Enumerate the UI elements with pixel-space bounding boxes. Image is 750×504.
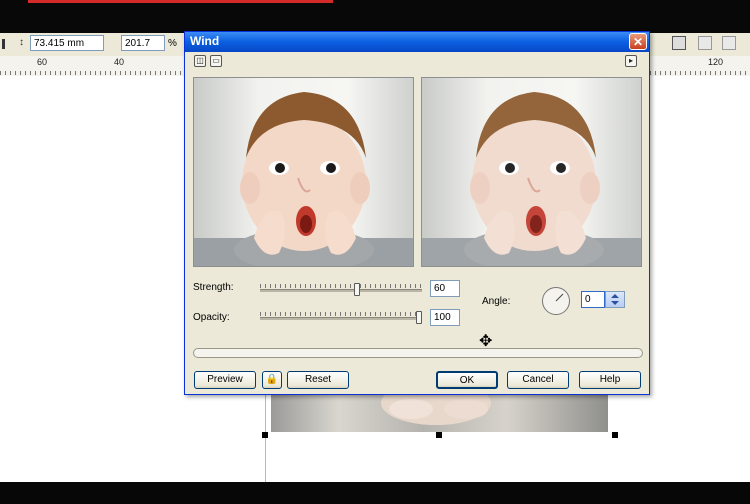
- cancel-button[interactable]: Cancel: [507, 371, 569, 389]
- toolbar-icon[interactable]: [672, 36, 686, 50]
- angle-dial[interactable]: [542, 287, 570, 315]
- wind-dialog[interactable]: Wind ✕ ◫ ▭ ▸ Strength: 60 Opacity: 100 A…: [184, 31, 650, 395]
- percent-label: %: [168, 38, 177, 49]
- single-preview-icon: ▭: [212, 56, 220, 65]
- ruler-label: 40: [114, 57, 125, 67]
- left-edge-marker: [2, 39, 5, 49]
- top-black-bar: [0, 0, 750, 33]
- child-photo: [194, 92, 413, 266]
- page-border-line: [265, 394, 266, 482]
- strength-slider-thumb[interactable]: [354, 283, 360, 296]
- height-icon: ↕: [19, 37, 24, 48]
- toolbar-icon[interactable]: [698, 36, 712, 50]
- lock-icon: 🔒: [265, 374, 279, 385]
- original-preview[interactable]: [193, 77, 414, 267]
- dialog-title-bar[interactable]: Wind ✕: [185, 32, 649, 52]
- dialog-title: Wind: [190, 34, 220, 48]
- preview-menu-button[interactable]: ▸: [625, 55, 637, 67]
- spinner-arrows-icon: [611, 294, 619, 305]
- image-bottom-strip[interactable]: [271, 381, 608, 432]
- opacity-input[interactable]: 100: [430, 309, 460, 326]
- height-field[interactable]: 73.415 mm: [30, 35, 104, 51]
- selection-handle[interactable]: [436, 432, 442, 438]
- close-icon: ✕: [632, 35, 644, 49]
- opacity-slider[interactable]: [260, 311, 422, 325]
- strength-input[interactable]: 60: [430, 280, 460, 297]
- ruler-label: 60: [37, 57, 48, 67]
- close-button[interactable]: ✕: [629, 33, 647, 50]
- angle-label: Angle:: [482, 296, 511, 307]
- single-preview-button[interactable]: ▭: [210, 55, 222, 67]
- angle-input[interactable]: 0: [581, 291, 605, 308]
- opacity-slider-track: [260, 317, 422, 320]
- selection-handle[interactable]: [262, 432, 268, 438]
- split-preview-button[interactable]: ◫: [194, 55, 206, 67]
- toolbar-icon[interactable]: [722, 36, 736, 50]
- child-photo-wind: [422, 92, 641, 266]
- strength-label: Strength:: [193, 282, 234, 293]
- progress-bar: [193, 348, 643, 358]
- preview-button[interactable]: Preview: [194, 371, 256, 389]
- strength-slider-ticks: [260, 284, 422, 288]
- bottom-black-bar: [0, 482, 750, 504]
- split-preview-icon: ◫: [196, 56, 204, 65]
- opacity-slider-thumb[interactable]: [416, 311, 422, 324]
- result-preview[interactable]: [421, 77, 642, 267]
- play-arrow-icon: ▸: [628, 56, 633, 65]
- angle-dial-indicator-icon: [555, 293, 564, 302]
- reset-button[interactable]: Reset: [287, 371, 349, 389]
- opacity-label: Opacity:: [193, 312, 230, 323]
- opacity-slider-ticks: [260, 312, 422, 316]
- strength-slider[interactable]: [260, 283, 422, 297]
- scale-field[interactable]: 201.7: [121, 35, 165, 51]
- help-button[interactable]: Help: [579, 371, 641, 389]
- lock-preview-button[interactable]: 🔒: [262, 371, 282, 389]
- angle-spinner[interactable]: [605, 291, 625, 308]
- selection-handle[interactable]: [612, 432, 618, 438]
- ok-button[interactable]: OK: [436, 371, 498, 389]
- image-strip-content: [381, 381, 491, 425]
- red-progress-line: [28, 0, 333, 3]
- strength-slider-track: [260, 289, 422, 292]
- ruler-label: 120: [708, 57, 724, 67]
